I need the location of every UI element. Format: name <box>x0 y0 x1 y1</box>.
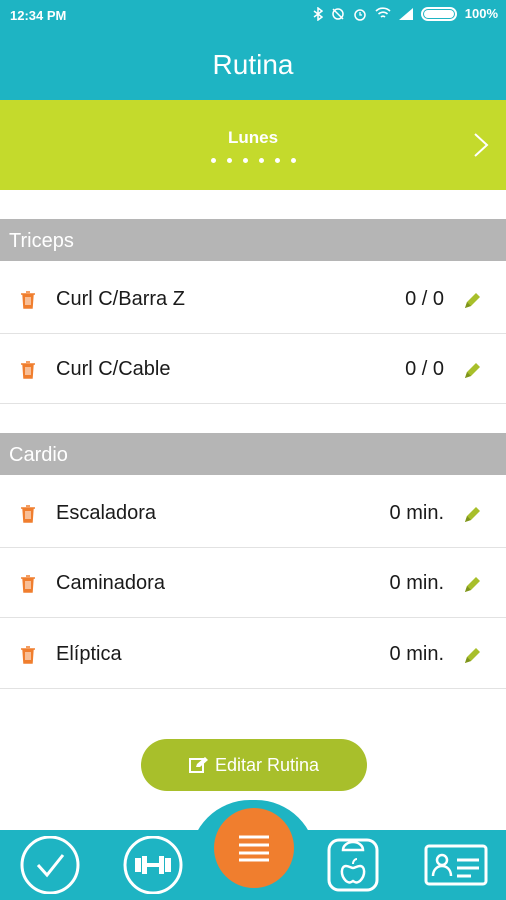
status-time: 12:34 PM <box>10 8 67 23</box>
trash-icon[interactable] <box>20 291 36 309</box>
dumbbell-icon[interactable] <box>121 836 185 894</box>
mute-icon <box>332 7 344 20</box>
pencil-icon[interactable] <box>462 291 482 311</box>
bluetooth-icon <box>313 6 323 21</box>
exercise-value: 0 min. <box>389 502 444 524</box>
list-item[interactable]: Escaladora 0 min. <box>0 478 506 548</box>
section-header-cardio: Cardio <box>0 433 506 475</box>
exercise-name: Elíptica <box>56 643 122 665</box>
status-bar: 12:34 PM 100% <box>0 0 506 30</box>
edit-routine-button[interactable]: Editar Rutina <box>141 739 367 791</box>
section-header-triceps: Triceps <box>0 219 506 261</box>
list-item[interactable]: Curl C/Barra Z 0 / 0 <box>0 264 506 334</box>
battery-icon <box>420 6 457 21</box>
battery-percent: 100% <box>464 6 498 21</box>
trash-icon[interactable] <box>20 361 36 379</box>
edit-icon <box>188 757 208 773</box>
trash-icon[interactable] <box>20 505 36 523</box>
page-dot <box>274 158 280 163</box>
check-icon[interactable] <box>18 836 82 894</box>
list-item[interactable]: Curl C/Cable 0 / 0 <box>0 334 506 404</box>
page-dot <box>226 158 232 163</box>
exercise-name: Curl C/Cable <box>56 358 171 380</box>
pencil-icon[interactable] <box>462 575 482 595</box>
list-item[interactable]: Elíptica 0 min. <box>0 619 506 689</box>
edit-routine-label: Editar Rutina <box>214 754 320 775</box>
status-icons: 100% <box>313 6 498 21</box>
alarm-icon <box>354 8 366 21</box>
exercise-value: 0 min. <box>389 643 444 665</box>
pencil-icon[interactable] <box>462 361 482 381</box>
page-indicator <box>0 158 506 163</box>
page-dot <box>242 158 248 163</box>
scale-icon[interactable] <box>321 836 385 894</box>
menu-icon <box>239 835 269 862</box>
page-title: Rutina <box>212 49 294 80</box>
pencil-icon[interactable] <box>462 505 482 525</box>
exercise-name: Escaladora <box>56 502 157 524</box>
exercise-value: 0 / 0 <box>405 288 444 310</box>
chevron-right-icon[interactable] <box>472 132 490 158</box>
day-label: Lunes <box>227 128 279 147</box>
list-item[interactable]: Caminadora 0 min. <box>0 548 506 618</box>
page-dot <box>258 158 264 163</box>
signal-icon <box>398 7 413 20</box>
profile-card-icon[interactable] <box>424 836 488 894</box>
trash-icon[interactable] <box>20 646 36 664</box>
exercise-value: 0 min. <box>389 572 444 594</box>
wifi-icon <box>375 7 391 18</box>
app-bar: Rutina <box>0 30 506 100</box>
menu-button[interactable] <box>214 808 294 888</box>
exercise-name: Curl C/Barra Z <box>56 288 185 310</box>
page-dot <box>210 158 216 163</box>
trash-icon[interactable] <box>20 575 36 593</box>
exercise-value: 0 / 0 <box>405 358 444 380</box>
pencil-icon[interactable] <box>462 646 482 666</box>
exercise-name: Caminadora <box>56 572 165 594</box>
day-selector[interactable]: Lunes <box>0 100 506 190</box>
page-dot <box>290 158 296 163</box>
